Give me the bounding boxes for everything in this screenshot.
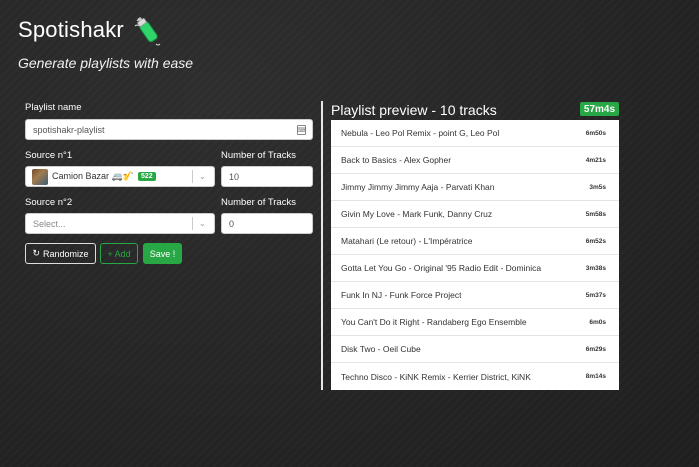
tracks1-input[interactable] <box>229 171 305 182</box>
playlist-name-label: Playlist name <box>25 102 82 113</box>
chevron-down-icon[interactable]: ⌄ <box>199 172 207 181</box>
total-duration-badge: 57m4s <box>580 102 619 116</box>
track-name: Givin My Love - Mark Funk, Danny Cruz <box>341 209 493 219</box>
track-duration: 5m37s <box>585 291 606 299</box>
track-name: You Can't Do it Right - Randaberg Ego En… <box>341 317 527 327</box>
tracks2-label: Number of Tracks <box>221 197 296 208</box>
track-name: Jimmy Jimmy Jimmy Aaja - Parvati Khan <box>341 182 495 192</box>
add-source-button[interactable]: + Add <box>100 243 138 264</box>
track-duration: 6m0s <box>589 318 606 326</box>
track-row[interactable]: Nebula - Leo Pol Remix - point G, Leo Po… <box>331 120 619 147</box>
keyboard-icon: ⌨ <box>297 125 306 135</box>
track-duration: 3m5s <box>589 183 606 191</box>
track-name: Matahari (Le retour) - L'Impératrice <box>341 236 473 246</box>
track-name: Back to Basics - Alex Gopher <box>341 155 452 165</box>
save-button[interactable]: Save ! <box>143 243 182 264</box>
track-row[interactable]: Jimmy Jimmy Jimmy Aaja - Parvati Khan 3m5… <box>331 174 619 201</box>
randomize-button[interactable]: ↻ Randomize <box>25 243 96 264</box>
track-name: Gotta Let You Go - Original '95 Radio Ed… <box>341 263 542 273</box>
track-duration: 4m21s <box>585 156 606 164</box>
track-row[interactable]: Techno Disco - KiNK Remix - Kerrier Dist… <box>331 363 619 390</box>
playlist-cover-thumbnail <box>32 168 48 185</box>
app-subtitle: Generate playlists with ease <box>18 55 194 71</box>
track-list: Nebula - Leo Pol Remix - point G, Leo Po… <box>331 120 619 390</box>
app-title: Spotishakr <box>18 17 124 42</box>
track-count-badge: 522 <box>137 172 156 181</box>
track-duration: 6m50s <box>585 129 606 137</box>
select-separator <box>192 217 193 230</box>
source2-select[interactable]: Select... ⌄ <box>25 213 215 234</box>
tracks1-field[interactable] <box>221 166 313 187</box>
tracks2-input[interactable] <box>229 218 305 229</box>
source2-label: Source n°2 <box>25 197 73 208</box>
select-separator <box>192 170 193 183</box>
track-name: Funk In NJ - Funk Force Project <box>341 290 462 300</box>
tracks2-field[interactable] <box>221 213 313 234</box>
preview-title: Playlist preview - 10 tracks <box>331 102 497 118</box>
track-row[interactable]: Disk Two - Oeil Cube 6m29s <box>331 336 619 363</box>
source1-select[interactable]: Camion Bazar 🚐🎷 522 ⌄ <box>25 166 215 187</box>
source1-label: Source n°1 <box>25 150 73 161</box>
track-row[interactable]: You Can't Do it Right - Randaberg Ego En… <box>331 309 619 336</box>
track-row[interactable]: Back to Basics - Alex Gopher 4m21s <box>331 147 619 174</box>
track-name: Nebula - Leo Pol Remix - point G, Leo Po… <box>341 128 500 138</box>
track-row[interactable]: Givin My Love - Mark Funk, Danny Cruz 5m5… <box>331 201 619 228</box>
refresh-icon: ↻ <box>32 248 40 258</box>
source1-selected-value: Camion Bazar 🚐🎷 <box>52 171 134 181</box>
track-row[interactable]: Funk In NJ - Funk Force Project 5m37s <box>331 282 619 309</box>
randomize-label: Randomize <box>43 248 89 259</box>
track-duration: 6m52s <box>585 237 606 245</box>
track-name: Disk Two - Oeil Cube <box>341 344 421 354</box>
panel-divider <box>321 101 323 390</box>
playlist-name-input[interactable] <box>33 124 305 135</box>
track-duration: 6m29s <box>585 345 606 353</box>
chevron-down-icon[interactable]: ⌄ <box>199 219 207 228</box>
track-duration: 8m14s <box>585 373 606 380</box>
shaker-logo-icon <box>134 17 161 46</box>
track-row[interactable]: Matahari (Le retour) - L'Impératrice 6m52… <box>331 228 619 255</box>
playlist-name-field[interactable]: ⌨ <box>25 119 313 140</box>
track-row[interactable]: Gotta Let You Go - Original '95 Radio Ed… <box>331 255 619 282</box>
track-duration: 5m58s <box>585 210 606 218</box>
tracks1-label: Number of Tracks <box>221 150 296 161</box>
track-duration: 3m38s <box>585 264 606 272</box>
source2-placeholder: Select... <box>33 218 66 229</box>
track-name: Techno Disco - KiNK Remix - Kerrier Dist… <box>341 371 531 382</box>
